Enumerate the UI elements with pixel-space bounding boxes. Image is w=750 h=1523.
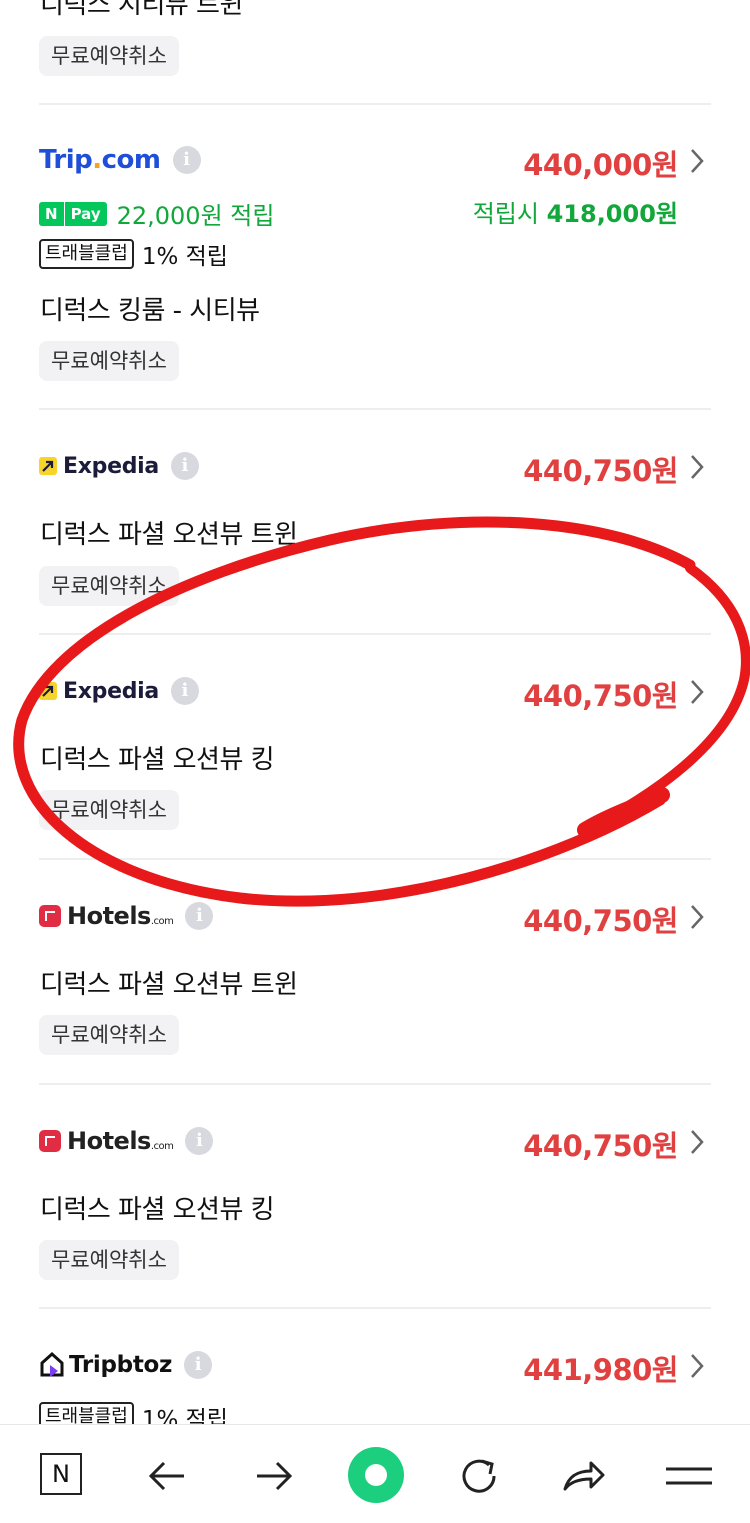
room-name: 디럭스 킹룸 - 시티뷰	[40, 296, 260, 326]
room-name: 디럭스 파셜 오션뷰 트윈	[40, 970, 298, 1000]
info-icon[interactable]: i	[172, 146, 201, 174]
divider	[39, 408, 711, 410]
provider-name: Tripbtoz	[69, 1352, 173, 1378]
price: 440,000원	[523, 148, 678, 182]
room-name: 디럭스 파셜 오션뷰 킹	[40, 745, 275, 775]
chevron-right-icon	[691, 455, 704, 479]
club-reward-text: 1% 적립	[141, 244, 228, 270]
divider	[39, 1307, 711, 1309]
naver-home-button[interactable]: N	[40, 1453, 82, 1495]
info-icon[interactable]: i	[185, 902, 214, 930]
chevron-right-icon	[691, 1130, 704, 1154]
free-cancel-chip: 무료예약취소	[39, 341, 179, 381]
divider	[39, 103, 711, 105]
info-icon[interactable]: i	[185, 1127, 214, 1155]
info-icon[interactable]: i	[170, 452, 199, 480]
provider-logo: Expedia i	[39, 452, 199, 480]
price: 440,750원	[523, 454, 678, 488]
expedia-logo-icon	[39, 457, 57, 475]
price: 440,750원	[523, 1129, 678, 1163]
price: 441,980원	[523, 1353, 678, 1387]
provider-name: Hotels.com	[67, 902, 174, 930]
price: 440,750원	[523, 679, 678, 713]
hotels-logo-icon	[39, 1130, 61, 1152]
chevron-right-icon	[691, 1354, 704, 1378]
reward-price: 적립시 418,000원	[472, 200, 678, 228]
chevron-right-icon	[691, 905, 704, 929]
free-cancel-chip: 무료예약취소	[39, 1240, 179, 1280]
refresh-icon[interactable]	[452, 1449, 506, 1503]
menu-icon[interactable]	[662, 1449, 716, 1503]
room-name: 디럭스 시티뷰 트윈	[40, 0, 243, 20]
naver-n-icon: N	[52, 1460, 70, 1488]
provider-name: Hotels.com	[67, 1127, 174, 1155]
room-name: 디럭스 파셜 오션뷰 킹	[40, 1195, 275, 1225]
chevron-right-icon	[691, 149, 704, 173]
divider	[39, 858, 711, 860]
forward-arrow-icon[interactable]	[245, 1449, 299, 1503]
green-home-dot-icon[interactable]	[346, 1445, 406, 1505]
tripbtoz-logo-icon	[40, 1351, 64, 1377]
back-arrow-icon[interactable]	[142, 1449, 196, 1503]
room-name: 디럭스 파셜 오션뷰 트윈	[40, 520, 298, 550]
travel-club-reward: 트래블클럽 1% 적립	[39, 237, 228, 271]
divider	[39, 633, 711, 635]
provider-name: Expedia	[63, 678, 159, 704]
free-cancel-chip: 무료예약취소	[39, 790, 179, 830]
hotels-logo-icon	[39, 905, 61, 927]
info-icon[interactable]: i	[170, 677, 199, 705]
tripcom-logo: Trip.com	[39, 145, 161, 175]
expedia-logo-icon	[39, 682, 57, 700]
free-cancel-chip: 무료예약취소	[39, 566, 179, 606]
provider-logo: Trip.com i	[39, 145, 201, 175]
share-icon[interactable]	[557, 1449, 611, 1503]
info-icon[interactable]: i	[184, 1351, 213, 1379]
chevron-right-icon	[691, 680, 704, 704]
provider-logo: Hotels.com i	[39, 1127, 214, 1155]
free-cancel-chip: 무료예약취소	[39, 36, 179, 76]
provider-logo: Hotels.com i	[39, 902, 214, 930]
price: 440,750원	[523, 904, 678, 938]
free-cancel-chip: 무료예약취소	[39, 1015, 179, 1055]
browser-toolbar: N	[0, 1424, 750, 1523]
npay-badge: N Pay	[39, 201, 107, 226]
provider-name: Expedia	[63, 453, 159, 479]
travel-club-badge: 트래블클럽	[39, 239, 134, 269]
npay-reward: N Pay 22,000원 적립	[39, 196, 274, 231]
npay-reward-text: 22,000원 적립	[116, 202, 275, 230]
provider-logo: Expedia i	[39, 677, 199, 705]
provider-logo: Tripbtoz i	[39, 1351, 213, 1379]
divider	[39, 1083, 711, 1085]
